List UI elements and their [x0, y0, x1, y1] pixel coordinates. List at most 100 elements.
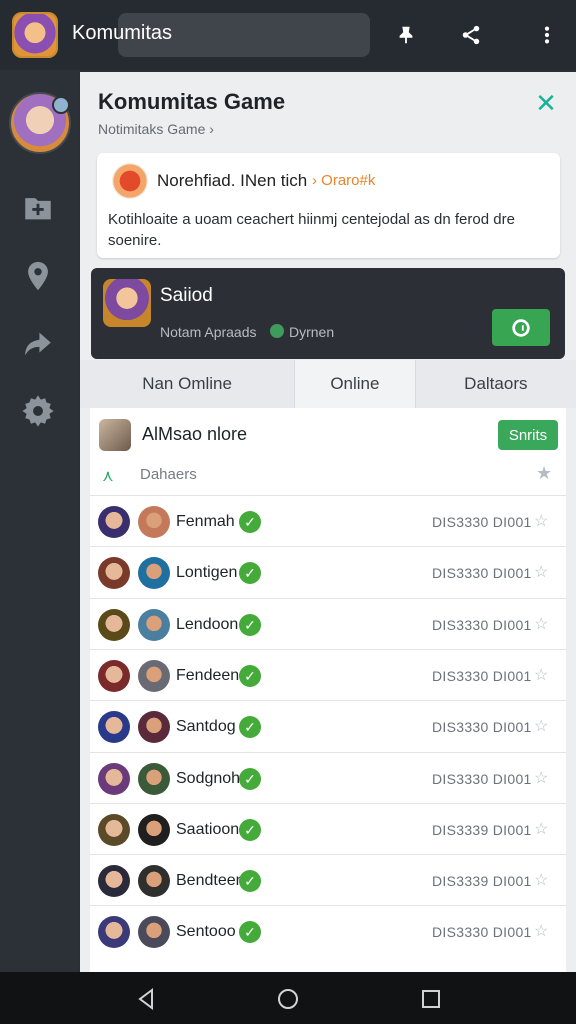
settings-button[interactable] — [18, 391, 58, 431]
settings-icon — [22, 395, 54, 427]
tab-offline[interactable]: Nan Omline — [80, 360, 296, 408]
member-meta: DIS3330 DI001 — [432, 565, 532, 582]
admin-action-button[interactable]: Snrits — [498, 420, 558, 450]
member-name[interactable]: Saatioon — [176, 821, 239, 839]
member-avatar[interactable] — [98, 916, 130, 949]
verified-check-icon: ✓ — [239, 664, 261, 687]
chat-icon — [512, 318, 530, 337]
panel-title: Komumitas Game — [98, 89, 286, 114]
star-icon[interactable]: ☆ — [534, 614, 548, 634]
member-meta: DIS3330 DI001 — [432, 667, 532, 684]
member-game-icon — [138, 916, 170, 949]
star-icon[interactable]: ★ — [536, 463, 552, 484]
owner-avatar[interactable] — [112, 163, 148, 199]
star-icon[interactable]: ☆ — [534, 665, 548, 685]
star-icon[interactable]: ☆ — [534, 921, 548, 941]
app-title: Komumitas — [72, 22, 173, 44]
location-button[interactable] — [18, 256, 58, 296]
member-row[interactable]: Lendoon ✓ DIS3330 DI001 ☆ — [90, 597, 566, 650]
back-button[interactable] — [132, 985, 160, 1013]
star-icon[interactable]: ☆ — [534, 870, 548, 890]
verified-check-icon: ✓ — [239, 716, 261, 739]
admin-avatar[interactable] — [99, 419, 131, 451]
server-subtitle-text: Notam Apraads — [160, 324, 257, 340]
verified-check-icon: ✓ — [239, 562, 261, 585]
add-folder-button[interactable] — [18, 188, 58, 228]
member-name[interactable]: Fendeen — [176, 667, 239, 685]
panel-subtitle[interactable]: Notimitaks Game › — [98, 121, 214, 137]
member-row[interactable]: Santdog ✓ DIS3330 DI001 ☆ — [90, 700, 566, 752]
member-game-icon — [138, 711, 170, 744]
member-row[interactable]: Lontigen ✓ DIS3330 DI001 ☆ — [90, 546, 566, 598]
recents-button[interactable] — [417, 985, 445, 1013]
star-icon[interactable]: ☆ — [534, 768, 548, 788]
member-name[interactable]: Bendteen — [176, 872, 245, 890]
star-icon[interactable]: ☆ — [534, 511, 548, 531]
add-folder-icon — [25, 198, 51, 220]
member-avatar[interactable] — [98, 506, 130, 538]
forward-icon — [25, 332, 51, 356]
star-icon[interactable]: ☆ — [534, 819, 548, 839]
home-button[interactable] — [274, 985, 302, 1013]
owner-name[interactable]: Norehfiad. INen tich — [157, 171, 307, 191]
member-avatar[interactable] — [98, 813, 130, 846]
member-row[interactable]: Fenmah ✓ DIS3330 DI001 ☆ — [90, 495, 566, 547]
member-meta: DIS3330 DI001 — [432, 616, 532, 633]
member-game-icon — [138, 865, 170, 898]
member-game-icon — [138, 608, 170, 641]
member-name[interactable]: Sentooo — [176, 923, 236, 941]
member-tabs: Nan Omline Online Daltaors — [80, 360, 576, 408]
member-meta: DIS3330 DI001 — [432, 770, 532, 787]
avatar-badge — [52, 96, 70, 114]
pin-button[interactable] — [388, 17, 424, 53]
tab-online[interactable]: Online — [295, 360, 416, 408]
community-description: Kotihloaite a uoam ceachert hiinmj cente… — [108, 211, 515, 249]
share-icon — [462, 25, 480, 45]
home-icon — [278, 989, 298, 1009]
share-button[interactable] — [453, 17, 489, 53]
verified-check-icon: ✓ — [239, 511, 261, 533]
close-icon[interactable]: ✕ — [532, 89, 560, 117]
star-icon[interactable]: ☆ — [534, 716, 548, 736]
member-game-icon — [138, 659, 170, 692]
location-icon — [28, 261, 48, 291]
member-row[interactable]: Fendeen ✓ DIS3330 DI001 ☆ — [90, 648, 566, 701]
member-name[interactable]: Lendoon — [176, 616, 238, 634]
member-row[interactable]: Bendteen ✓ DIS3339 DI001 ☆ — [90, 854, 566, 906]
member-name[interactable]: Fenmah — [176, 513, 235, 531]
member-meta: DIS3330 DI001 — [432, 924, 532, 941]
app-icon[interactable] — [12, 12, 58, 58]
member-row[interactable]: Sentooo ✓ DIS3330 DI001 ☆ — [90, 905, 566, 957]
join-server-button[interactable] — [492, 309, 550, 346]
member-row[interactable]: Saatioon ✓ DIS3339 DI001 ☆ — [90, 802, 566, 855]
member-avatar[interactable] — [98, 557, 130, 590]
member-name[interactable]: Santdog — [176, 718, 236, 736]
online-status-icon — [270, 324, 284, 338]
forward-button[interactable] — [18, 324, 58, 364]
member-name[interactable]: Sodgnoh — [176, 770, 240, 788]
more-button[interactable] — [529, 17, 565, 53]
verified-check-icon: ✓ — [239, 767, 261, 790]
member-avatar[interactable] — [98, 762, 130, 795]
member-avatar[interactable] — [98, 608, 130, 641]
server-icon — [103, 279, 151, 327]
member-meta: DIS3339 DI001 — [432, 821, 532, 838]
member-name[interactable]: Lontigen — [176, 564, 237, 582]
member-row[interactable]: Sodgnoh ✓ DIS3330 DI001 ☆ — [90, 751, 566, 804]
recents-icon — [422, 990, 440, 1008]
server-subtitle: Notam Apraads — [160, 324, 257, 340]
member-avatar[interactable] — [98, 659, 130, 692]
verified-check-icon: ✓ — [239, 921, 261, 944]
owner-tag[interactable]: › Oraro#k — [312, 172, 375, 189]
member-game-icon — [138, 557, 170, 590]
member-meta: DIS3330 DI001 — [432, 719, 532, 736]
star-icon[interactable]: ☆ — [534, 562, 548, 582]
member-meta: DIS3330 DI001 — [432, 514, 532, 530]
admin-name[interactable]: AlMsao nlore — [142, 424, 247, 445]
collapse-icon[interactable]: ⋏ — [102, 466, 114, 486]
server-status-text: Dyrnen — [289, 324, 335, 340]
member-avatar[interactable] — [98, 865, 130, 898]
member-avatar[interactable] — [98, 711, 130, 744]
more-icon — [544, 26, 550, 44]
tab-details[interactable]: Daltaors — [415, 360, 576, 408]
